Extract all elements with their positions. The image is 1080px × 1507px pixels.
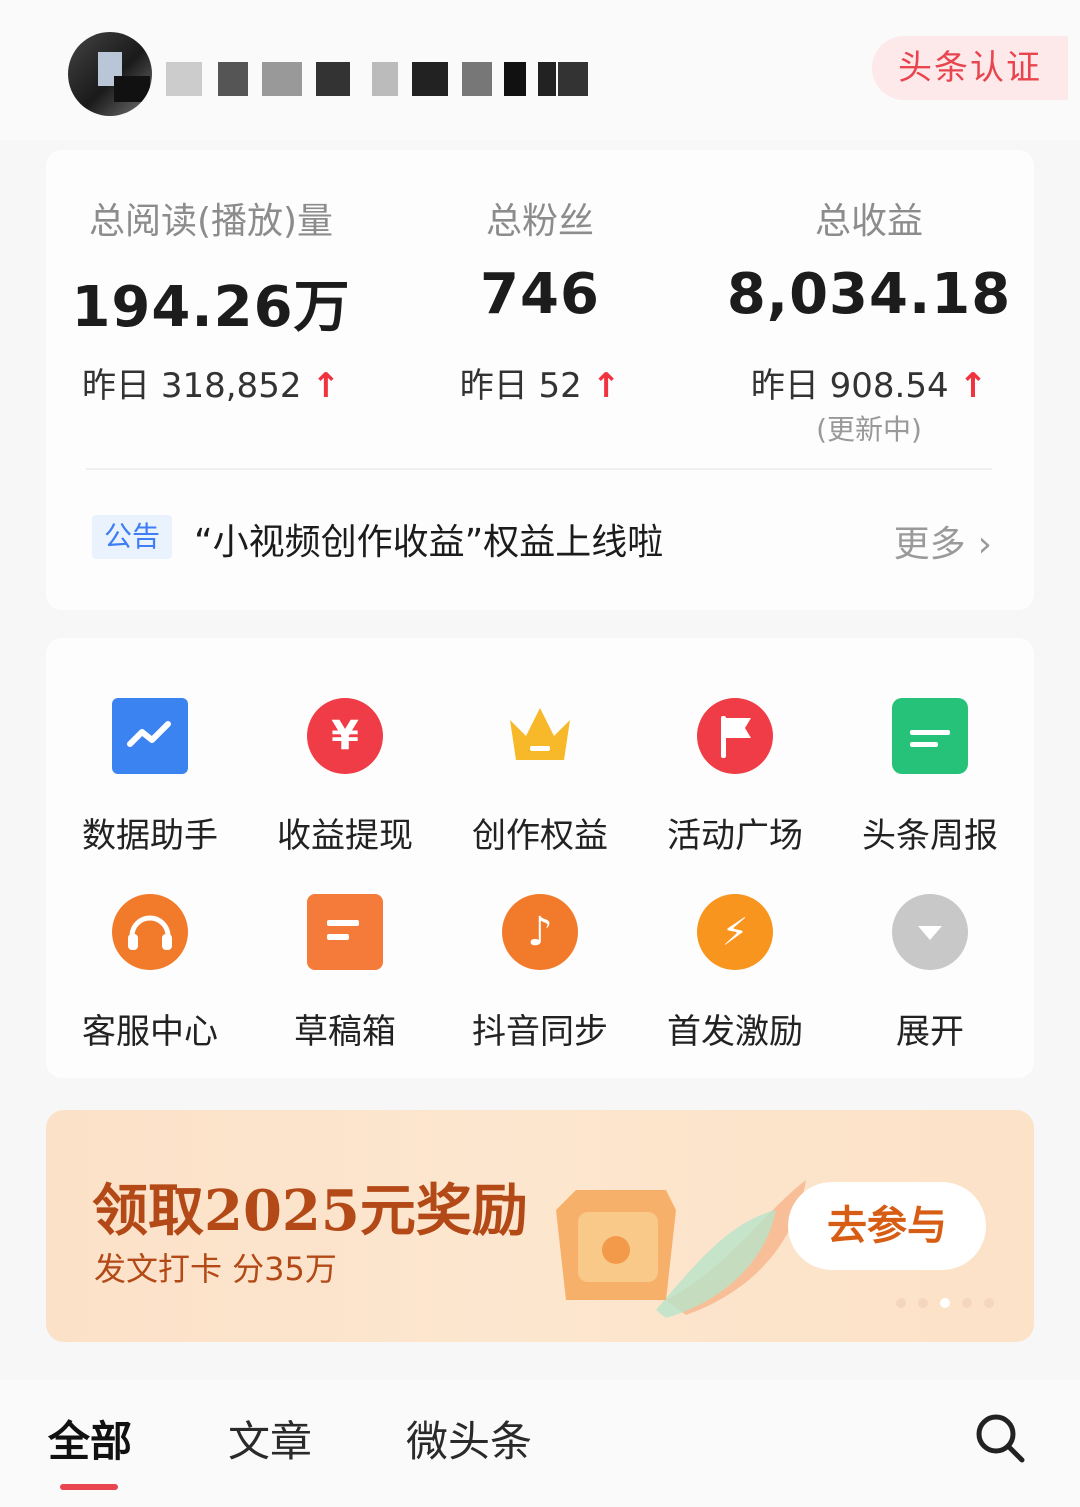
toutiao-certification-button[interactable]: 头条认证 (872, 36, 1068, 100)
stat-delta: 昨日 908.54 ↑ (704, 358, 1034, 407)
search-icon[interactable] (972, 1410, 1028, 1466)
tab-all[interactable]: 全部 (48, 1408, 132, 1469)
carousel-dot[interactable] (984, 1298, 994, 1308)
tool-label: 草稿箱 (294, 1012, 396, 1052)
stat-delta-text: 昨日 318,852 (82, 366, 302, 406)
tool-activity-square[interactable]: 活动广场 (637, 698, 833, 878)
tool-earnings-withdraw[interactable]: ¥ 收益提现 (247, 698, 443, 878)
tool-customer-service[interactable]: 客服中心 (52, 894, 248, 1074)
stats-card: 总阅读(播放)量 194.26万 昨日 318,852 ↑ 总粉丝 746 昨日 … (46, 150, 1034, 610)
tool-label: 头条周报 (862, 816, 998, 856)
carousel-dot[interactable] (896, 1298, 906, 1308)
tool-douyin-sync[interactable]: ♪ 抖音同步 (442, 894, 638, 1074)
divider (86, 468, 992, 470)
carousel-indicator (896, 1296, 1006, 1310)
stat-delta-text: 昨日 908.54 (750, 366, 949, 406)
tool-label: 首发激励 (667, 1012, 803, 1052)
banner-subtitle: 发文打卡 分35万 (94, 1250, 337, 1288)
more-link[interactable]: 更多 › (894, 515, 992, 567)
tool-drafts[interactable]: 草稿箱 (247, 894, 443, 1074)
yuan-icon: ¥ (307, 698, 383, 774)
calendar-icon (892, 698, 968, 774)
tool-label: 收益提现 (277, 816, 413, 856)
avatar-pixel (114, 76, 150, 102)
tool-expand[interactable]: 展开 (832, 894, 1028, 1074)
content-tabs: 全部 文章 微头条 (0, 1380, 1080, 1507)
arrow-up-icon: ↑ (591, 366, 621, 406)
carousel-dot-active[interactable] (940, 1298, 950, 1308)
lightning-glyph: ⚡ (721, 910, 749, 954)
stat-value: 746 (480, 262, 600, 327)
tools-grid: 数据助手 ¥ 收益提现 创作权益 活动广场 头条周报 客服中心 草稿箱 ♪ 抖音… (46, 638, 1034, 1078)
flag-icon (697, 698, 773, 774)
carousel-dot[interactable] (918, 1298, 928, 1308)
stat-updating-note: (更新中) (816, 413, 922, 446)
chart-icon (112, 698, 188, 774)
headset-icon (112, 894, 188, 970)
announcement-text[interactable]: “小视频创作收益”权益上线啦 (194, 513, 663, 565)
announcement-badge: 公告 (92, 515, 172, 559)
active-tab-indicator (60, 1484, 118, 1490)
banner-title: 领取2025元奖励 (92, 1178, 528, 1244)
tool-label: 客服中心 (82, 1012, 218, 1052)
tab-micro-posts[interactable]: 微头条 (406, 1408, 532, 1469)
promo-banner[interactable]: 领取2025元奖励 发文打卡 分35万 去参与 (46, 1110, 1034, 1342)
tool-label: 创作权益 (472, 816, 608, 856)
announcement-bar[interactable]: 公告 “小视频创作收益”权益上线啦 更多 › (92, 495, 992, 575)
tool-label: 抖音同步 (472, 1012, 608, 1052)
lightning-icon: ⚡ (697, 894, 773, 970)
stat-label: 总粉丝 (485, 201, 594, 242)
draft-icon (307, 894, 383, 970)
ticket-illustration (556, 1180, 806, 1318)
stat-label: 总阅读(播放)量 (88, 201, 334, 242)
username-mosaic (166, 62, 596, 96)
douyin-icon: ♪ (502, 894, 578, 970)
avatar[interactable] (68, 32, 152, 116)
expand-icon (892, 894, 968, 970)
tool-label: 活动广场 (667, 816, 803, 856)
stat-value: 8,034.18 (726, 262, 1012, 327)
tab-articles[interactable]: 文章 (228, 1408, 312, 1469)
stat-delta-text: 昨日 52 (459, 366, 582, 406)
tool-label: 数据助手 (82, 816, 218, 856)
tool-data-assistant[interactable]: 数据助手 (52, 698, 248, 878)
arrow-up-icon: ↑ (311, 366, 340, 406)
chevron-right-icon: › (977, 524, 992, 565)
profile-header: 头条认证 (0, 0, 1080, 140)
carousel-dot[interactable] (962, 1298, 972, 1308)
stat-value: 194.26万 (71, 275, 351, 340)
more-label: 更多 (893, 524, 966, 565)
douyin-glyph: ♪ (527, 909, 553, 955)
tool-label: 展开 (896, 1012, 964, 1052)
stat-delta: 昨日 52 ↑ (375, 358, 705, 407)
tool-weekly-report[interactable]: 头条周报 (832, 698, 1028, 878)
arrow-up-icon: ↑ (958, 366, 988, 406)
crown-icon (502, 698, 578, 774)
stat-label: 总收益 (814, 201, 923, 242)
join-button[interactable]: 去参与 (788, 1182, 986, 1270)
tool-creator-benefits[interactable]: 创作权益 (442, 698, 638, 878)
tool-first-publish-incentive[interactable]: ⚡ 首发激励 (637, 894, 833, 1074)
yuan-glyph: ¥ (331, 713, 359, 759)
stat-delta: 昨日 318,852 ↑ (46, 358, 376, 407)
creator-dashboard: 头条认证 总阅读(播放)量 194.26万 昨日 318,852 ↑ 总粉丝 74… (0, 0, 1080, 1507)
